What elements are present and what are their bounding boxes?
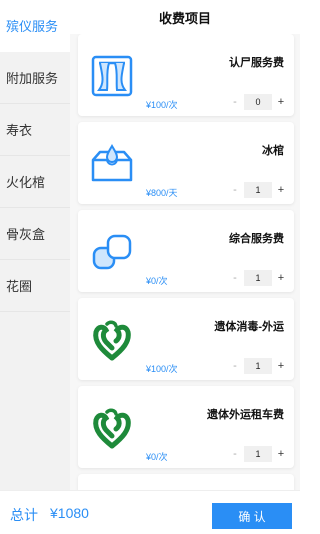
decrease-button[interactable]: - [228,360,242,372]
sidebar-item-wreath[interactable]: 花圈 [0,260,70,312]
fee-item-card: 认尸服务费 ¥100/次 - 0 + [78,34,294,116]
decrease-button[interactable]: - [228,96,242,108]
fee-item-card: 遗体消毒-外运 ¥100/次 - 1 + [78,298,294,380]
quantity-stepper: - 1 + [228,358,288,374]
quantity-stepper: - 1 + [228,182,288,198]
checkout-bar: 总计 ¥1080 确 认 [0,490,300,534]
window-curtain-icon [88,52,136,100]
sidebar-item-label: 火化棺 [6,175,46,190]
quantity-value[interactable]: 1 [244,446,272,462]
fee-item-list: 认尸服务费 ¥100/次 - 0 + 冰棺 ¥800/天 - 1 + 综合服务费… [70,34,300,490]
sidebar-item-label: 骨灰盒 [6,227,46,242]
total-amount: ¥1080 [50,505,89,521]
increase-button[interactable]: + [274,360,288,372]
sidebar-item-additional-service[interactable]: 附加服务 [0,52,70,104]
fee-item-name: 遗体外运租车费 [207,409,284,421]
quantity-value[interactable]: 1 [244,270,272,286]
decrease-button[interactable]: - [228,184,242,196]
fee-item-name: 冰棺 [262,145,284,157]
sidebar-item-label: 附加服务 [6,71,59,86]
quantity-value[interactable]: 1 [244,358,272,374]
fee-item-price: ¥0/次 [146,276,168,286]
green-heart-logo-icon [88,404,136,452]
green-heart-logo-icon [88,316,136,364]
sidebar-item-cremation-coffin[interactable]: 火化棺 [0,156,70,208]
increase-button[interactable]: + [274,448,288,460]
confirm-button[interactable]: 确 认 [212,503,292,529]
sidebar-item-label: 花圈 [6,279,33,294]
fee-item-name: 认尸服务费 [229,57,284,69]
fee-item-price: ¥800/天 [146,188,178,198]
sidebar-item-burial-clothes[interactable]: 寿衣 [0,104,70,156]
fee-item-card: 遗体外运租车费 ¥0/次 - 1 + [78,386,294,468]
sidebar-item-label: 寿衣 [6,123,33,138]
decrease-button[interactable]: - [228,272,242,284]
quantity-stepper: - 1 + [228,270,288,286]
quantity-stepper: - 0 + [228,94,288,110]
service-blocks-icon [88,228,136,276]
increase-button[interactable]: + [274,96,288,108]
sidebar-item-label: 殡仪服务 [6,19,59,34]
ice-coffin-icon [88,140,136,188]
fee-item-card: 冰棺 ¥800/天 - 1 + [78,122,294,204]
page-header: 收费项目 [70,0,300,34]
fee-item-price: ¥100/次 [146,364,178,374]
fee-item-name: 遗体消毒-外运 [214,321,284,333]
quantity-stepper: - 1 + [228,446,288,462]
sidebar-item-urn[interactable]: 骨灰盒 [0,208,70,260]
sidebar-item-funeral-service[interactable]: 殡仪服务 [0,0,70,52]
fee-item-card: 综合服务费 ¥0/次 - 1 + [78,210,294,292]
category-sidebar: 殡仪服务 附加服务 寿衣 火化棺 骨灰盒 花圈 [0,0,70,490]
quantity-value[interactable]: 1 [244,182,272,198]
fee-item-card [78,474,294,490]
increase-button[interactable]: + [274,184,288,196]
fee-item-price: ¥100/次 [146,100,178,110]
increase-button[interactable]: + [274,272,288,284]
quantity-value[interactable]: 0 [244,94,272,110]
fee-item-price: ¥0/次 [146,452,168,462]
page-title: 收费项目 [158,10,211,26]
fee-item-name: 综合服务费 [229,233,284,245]
total-label: 总计 [10,507,38,523]
decrease-button[interactable]: - [228,448,242,460]
